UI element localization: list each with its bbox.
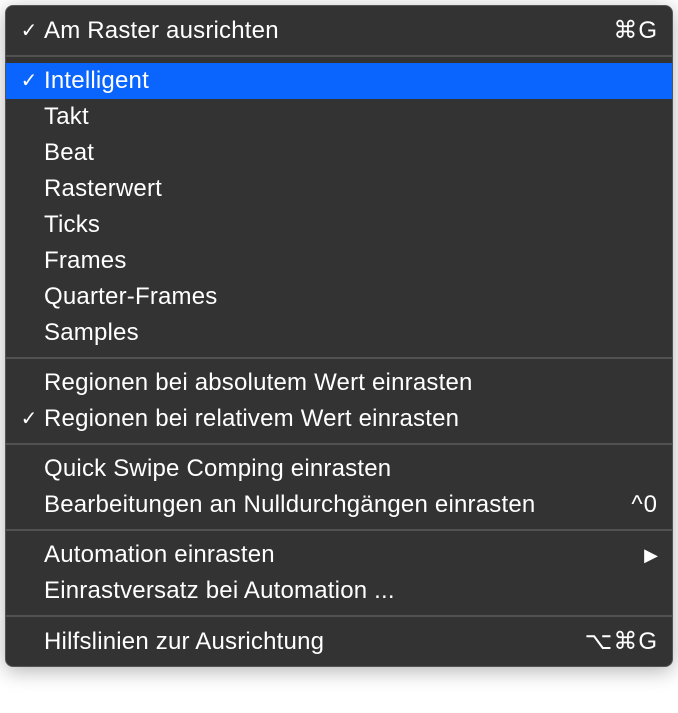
- menu-item-snap-regions-relative[interactable]: ✓ Regionen bei relativem Wert einrasten: [6, 401, 672, 437]
- checkmark-column: ✓: [14, 71, 44, 91]
- checkmark-column: ✓: [14, 409, 44, 429]
- menu-item-label: Quick Swipe Comping einrasten: [44, 455, 658, 483]
- checkmark-icon: ✓: [21, 21, 38, 41]
- menu-item-quick-swipe-comping[interactable]: Quick Swipe Comping einrasten: [6, 451, 672, 487]
- menu-item-samples[interactable]: Samples: [6, 315, 672, 351]
- menu-item-label: Hilfslinien zur Ausrichtung: [44, 628, 565, 656]
- checkmark-icon: ✓: [21, 409, 38, 429]
- menu-item-intelligent[interactable]: ✓ Intelligent: [6, 63, 672, 99]
- menu-item-label: Frames: [44, 247, 658, 275]
- menu-item-label: Intelligent: [44, 67, 658, 95]
- menu-item-label: Automation einrasten: [44, 541, 624, 569]
- menu-item-alignment-guides[interactable]: Hilfslinien zur Ausrichtung ⌥⌘G: [6, 623, 672, 660]
- menu-item-takt[interactable]: Takt: [6, 99, 672, 135]
- submenu-arrow-icon: ▶: [644, 545, 658, 566]
- menu-item-label: Regionen bei absolutem Wert einrasten: [44, 369, 658, 397]
- menu-item-frames[interactable]: Frames: [6, 243, 672, 279]
- menu-item-snap-automation[interactable]: Automation einrasten ▶: [6, 537, 672, 573]
- menu-separator: [6, 357, 672, 359]
- keyboard-shortcut: ^0: [631, 491, 658, 519]
- menu-item-label: Ticks: [44, 211, 658, 239]
- menu-separator: [6, 529, 672, 531]
- menu-item-snap-to-grid[interactable]: ✓ Am Raster ausrichten ⌘G: [6, 12, 672, 49]
- menu-item-label: Beat: [44, 139, 658, 167]
- menu-item-rasterwert[interactable]: Rasterwert: [6, 171, 672, 207]
- menu-separator: [6, 55, 672, 57]
- menu-separator: [6, 443, 672, 445]
- menu-item-label: Rasterwert: [44, 175, 658, 203]
- menu-item-label: Quarter-Frames: [44, 283, 658, 311]
- menu-item-edits-zero-crossings[interactable]: Bearbeitungen an Nulldurchgängen einrast…: [6, 487, 672, 523]
- menu-item-label: Am Raster ausrichten: [44, 17, 593, 45]
- menu-item-label: Einrastversatz bei Automation ...: [44, 577, 658, 605]
- menu-item-label: Takt: [44, 103, 658, 131]
- checkmark-column: ✓: [14, 21, 44, 41]
- menu-item-ticks[interactable]: Ticks: [6, 207, 672, 243]
- context-menu: ✓ Am Raster ausrichten ⌘G ✓ Intelligent Takt B…: [5, 5, 673, 667]
- checkmark-icon: ✓: [21, 71, 38, 91]
- menu-item-label: Regionen bei relativem Wert einrasten: [44, 405, 658, 433]
- menu-item-snap-regions-absolute[interactable]: Regionen bei absolutem Wert einrasten: [6, 365, 672, 401]
- menu-item-label: Bearbeitungen an Nulldurchgängen einrast…: [44, 491, 611, 519]
- menu-separator: [6, 615, 672, 617]
- menu-item-quarter-frames[interactable]: Quarter-Frames: [6, 279, 672, 315]
- menu-item-label: Samples: [44, 319, 658, 347]
- menu-item-beat[interactable]: Beat: [6, 135, 672, 171]
- keyboard-shortcut: ⌘G: [613, 16, 658, 45]
- keyboard-shortcut: ⌥⌘G: [585, 627, 658, 656]
- menu-item-automation-snap-offset[interactable]: Einrastversatz bei Automation ...: [6, 573, 672, 609]
